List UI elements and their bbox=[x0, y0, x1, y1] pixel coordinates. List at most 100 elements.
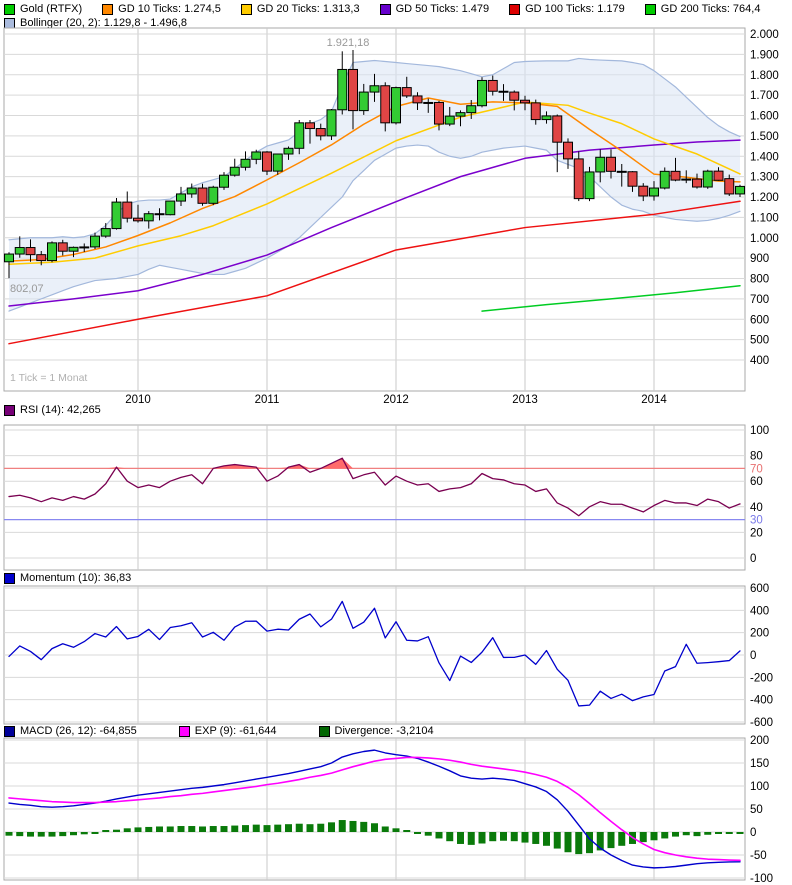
candle-body bbox=[424, 102, 433, 103]
x-year-label: 2013 bbox=[512, 394, 538, 406]
y-tick-label: 500 bbox=[750, 335, 769, 347]
x-year-label: 2012 bbox=[383, 394, 409, 406]
candle-body bbox=[596, 157, 605, 172]
y-tick-label: 0 bbox=[750, 827, 756, 839]
x-year-label: 2010 bbox=[125, 394, 151, 406]
candle-body bbox=[177, 194, 186, 201]
y-tick-label: -100 bbox=[750, 873, 773, 885]
candle-body bbox=[80, 247, 89, 248]
candle-body bbox=[671, 171, 680, 180]
candle-body bbox=[370, 86, 379, 92]
y-tick-label: 1.400 bbox=[750, 151, 779, 163]
y-tick-label: 30 bbox=[750, 515, 763, 527]
candle-body bbox=[15, 248, 24, 255]
y-tick-label: 60 bbox=[750, 476, 763, 488]
candle-body bbox=[187, 188, 196, 194]
chart-window: Gold (RTFX)GD 10 Ticks: 1.274,5GD 20 Tic… bbox=[0, 0, 792, 885]
y-tick-label: 1.300 bbox=[750, 172, 779, 184]
candle-body bbox=[230, 167, 239, 175]
candle-body bbox=[5, 254, 14, 262]
candle-body bbox=[628, 172, 637, 186]
candle-body bbox=[306, 123, 315, 129]
y-tick-label: 0 bbox=[750, 650, 756, 662]
candle-body bbox=[650, 188, 659, 196]
candle-body bbox=[413, 96, 422, 103]
candle-body bbox=[123, 202, 132, 218]
candle-body bbox=[445, 116, 454, 124]
candle-body bbox=[209, 187, 218, 203]
y-tick-label: 400 bbox=[750, 605, 769, 617]
y-tick-label: -600 bbox=[750, 717, 773, 729]
candle-body bbox=[58, 243, 67, 251]
candle-body bbox=[26, 248, 35, 255]
macd-panel[interactable]: 200 150 100 50 0 -50 -100 bbox=[4, 735, 773, 885]
momentum-panel[interactable]: 6004002000-200-400-600 bbox=[4, 583, 773, 729]
low-price-annotation: 802,07 bbox=[10, 283, 44, 295]
candle-body bbox=[349, 69, 358, 110]
candle-body bbox=[682, 179, 691, 180]
y-tick-label: 100 bbox=[750, 781, 769, 793]
y-tick-label: 2.000 bbox=[750, 29, 779, 41]
y-tick-label: 1.200 bbox=[750, 192, 779, 204]
candle-body bbox=[456, 113, 465, 116]
candle-body bbox=[48, 243, 57, 261]
y-tick-label: 1.100 bbox=[750, 212, 779, 224]
candle-body bbox=[617, 171, 626, 172]
candle-body bbox=[316, 129, 325, 136]
y-tick-label: 200 bbox=[750, 628, 769, 640]
candle-body bbox=[112, 202, 121, 228]
candle-body bbox=[295, 123, 304, 148]
candle-body bbox=[478, 80, 487, 105]
candle-body bbox=[327, 110, 336, 136]
candle-body bbox=[467, 106, 476, 113]
y-tick-label: 40 bbox=[750, 502, 763, 514]
candle-body bbox=[69, 247, 78, 251]
x-year-label: 2014 bbox=[641, 394, 667, 406]
candle-body bbox=[488, 80, 497, 91]
y-tick-label: 20 bbox=[750, 527, 763, 539]
y-tick-label: 900 bbox=[750, 253, 769, 265]
candle-body bbox=[564, 142, 573, 159]
candle-body bbox=[284, 148, 293, 154]
y-tick-label: 50 bbox=[750, 804, 763, 816]
charts-canvas[interactable]: 1.921,18 802,07 1 Tick = 1 Monat 2.000 1.900… bbox=[0, 0, 792, 885]
y-tick-label: 600 bbox=[750, 314, 769, 326]
y-tick-label: 1.000 bbox=[750, 233, 779, 245]
candle-body bbox=[542, 116, 551, 120]
y-tick-label: 800 bbox=[750, 274, 769, 286]
price-panel[interactable]: 1.921,18 802,07 1 Tick = 1 Monat 2.000 1.900… bbox=[4, 28, 779, 406]
y-tick-label: 1.600 bbox=[750, 111, 779, 123]
candle-body bbox=[273, 154, 282, 171]
candle-body bbox=[263, 152, 272, 171]
x-year-label: 2011 bbox=[255, 394, 280, 406]
candle-body bbox=[693, 179, 702, 187]
y-tick-label: 400 bbox=[750, 355, 769, 367]
candle-body bbox=[736, 186, 745, 194]
candle-body bbox=[725, 179, 734, 194]
y-tick-label: -50 bbox=[750, 850, 767, 862]
rsi-panel[interactable]: 1008070604030200 bbox=[4, 425, 769, 570]
y-tick-label: 1.700 bbox=[750, 90, 779, 102]
y-tick-label: 1.900 bbox=[750, 49, 779, 61]
candle-body bbox=[359, 92, 368, 111]
candle-body bbox=[338, 69, 347, 109]
candle-body bbox=[155, 214, 164, 215]
peak-price-annotation: 1.921,18 bbox=[327, 37, 370, 49]
y-tick-label: 70 bbox=[750, 463, 763, 475]
candle-body bbox=[585, 172, 594, 199]
candle-body bbox=[134, 218, 143, 221]
candle-body bbox=[220, 175, 229, 187]
y-tick-label: 80 bbox=[750, 451, 763, 463]
y-tick-label: -200 bbox=[750, 672, 773, 684]
y-tick-label: 0 bbox=[750, 553, 756, 565]
y-tick-label: 1.800 bbox=[750, 70, 779, 82]
candle-body bbox=[607, 157, 616, 171]
candle-body bbox=[660, 171, 669, 188]
tick-interval-note: 1 Tick = 1 Monat bbox=[10, 372, 87, 384]
candle-body bbox=[198, 188, 207, 203]
candle-body bbox=[381, 86, 390, 123]
y-tick-label: 700 bbox=[750, 294, 769, 306]
candle-body bbox=[703, 171, 712, 187]
y-tick-label: 200 bbox=[750, 735, 769, 747]
y-tick-label: 150 bbox=[750, 758, 769, 770]
